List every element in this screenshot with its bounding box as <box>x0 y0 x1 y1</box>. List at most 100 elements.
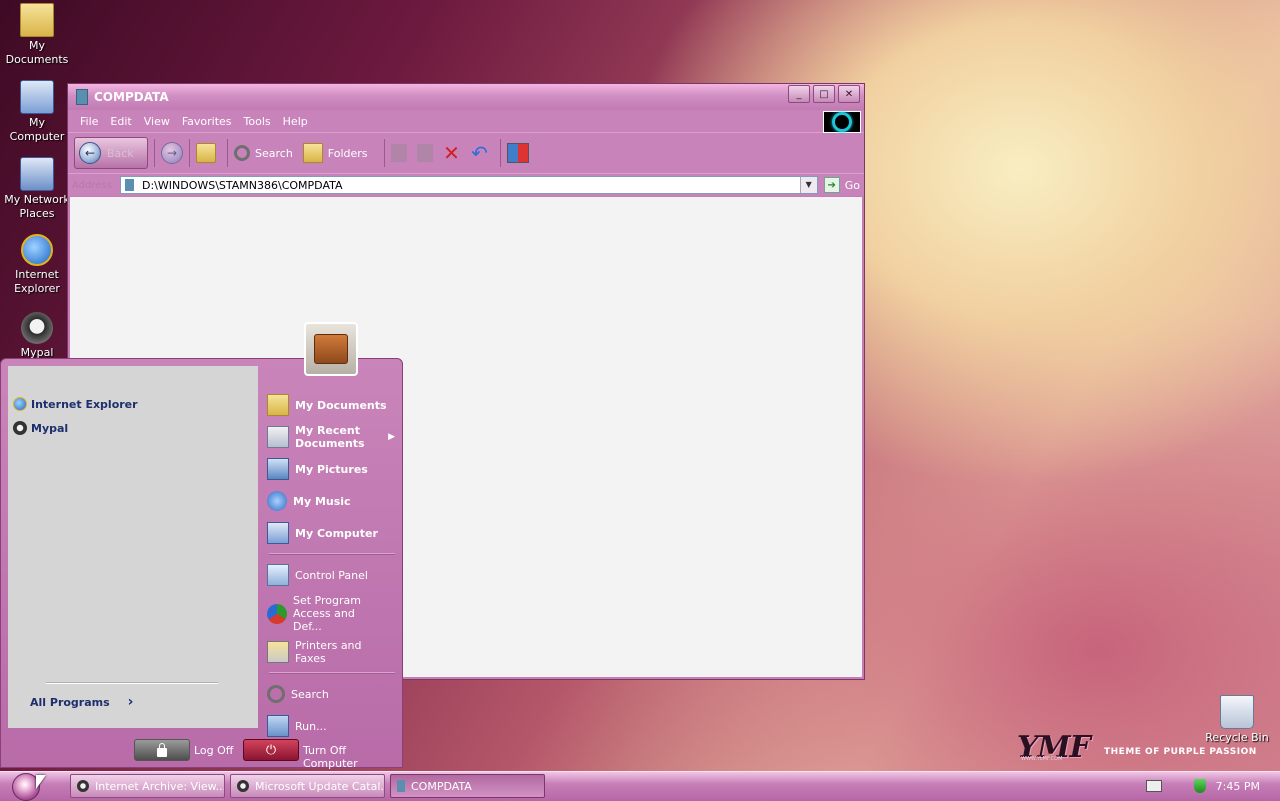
minimize-button[interactable]: _ <box>788 85 810 103</box>
start-item-search[interactable]: Search <box>263 678 401 710</box>
desktop-icon-mypal[interactable]: Mypal <box>0 312 74 360</box>
menu-favorites[interactable]: Favorites <box>176 115 238 128</box>
desktop-icon-my-network-places[interactable]: My Network Places <box>0 157 74 221</box>
folders-button[interactable]: Folders <box>302 143 368 163</box>
menu-edit[interactable]: Edit <box>104 115 137 128</box>
all-programs-label: All Programs <box>30 695 110 709</box>
pictures-icon <box>267 458 289 480</box>
desktop-icon-internet-explorer[interactable]: Internet Explorer <box>0 234 74 296</box>
back-label: Back <box>107 146 134 160</box>
taskbar-button-label: COMPDATA <box>411 779 472 793</box>
start-item-mypal[interactable]: Mypal <box>8 416 258 440</box>
start-item-printers-faxes[interactable]: Printers and Faxes <box>263 636 401 668</box>
start-item-internet-explorer[interactable]: Internet Explorer <box>8 392 258 416</box>
menu-view[interactable]: View <box>138 115 176 128</box>
turn-off-label[interactable]: Turn Off Computer <box>303 744 402 770</box>
ring-icon <box>832 112 852 132</box>
copy-to-icon[interactable] <box>416 144 433 162</box>
maximize-button[interactable]: □ <box>813 85 835 103</box>
start-menu: Internet Explorer Mypal All Programs › M… <box>0 358 403 770</box>
user-avatar[interactable] <box>304 322 358 376</box>
log-off-label[interactable]: Log Off <box>194 744 233 757</box>
start-item-label: My Documents <box>295 398 387 412</box>
start-item-my-recent-documents[interactable]: My Recent Documents ▶ <box>263 421 401 453</box>
suitcase-icon <box>314 334 348 364</box>
folder-icon <box>267 394 289 416</box>
turn-off-button[interactable]: ⏻ <box>243 739 299 761</box>
toolbar-separator <box>499 139 501 167</box>
delete-icon[interactable]: ✕ <box>443 143 461 163</box>
start-item-label: My Recent Documents <box>295 424 365 450</box>
program-access-icon <box>267 603 287 624</box>
start-item-set-program-access[interactable]: Set Program Access and Def... <box>263 591 401 636</box>
music-icon <box>267 491 287 511</box>
up-folder-icon[interactable] <box>196 143 216 163</box>
internet-explorer-icon <box>21 234 53 266</box>
watermark-url: WWW.YLMF.COM <box>1021 756 1063 762</box>
back-button[interactable]: ← Back <box>74 137 148 169</box>
power-icon: ⏻ <box>265 742 277 758</box>
menu-bar: File Edit View Favorites Tools Help <box>68 110 864 133</box>
folder-icon <box>20 3 54 37</box>
search-button[interactable]: Search <box>234 145 293 161</box>
start-item-control-panel[interactable]: Control Panel <box>263 559 401 591</box>
chevron-right-icon: › <box>127 694 134 710</box>
all-programs-button[interactable]: All Programs › <box>30 694 133 710</box>
taskbar-button-microsoft-update[interactable]: Microsoft Update Catal... <box>230 774 385 798</box>
start-item-label: Control Panel <box>295 568 368 582</box>
start-item-my-computer[interactable]: My Computer <box>263 517 401 549</box>
folder-icon <box>76 89 88 105</box>
menu-tools[interactable]: Tools <box>238 115 277 128</box>
theme-watermark: YMF THEME OF PURPLE PASSION WWW.YLMF.COM <box>1017 730 1257 766</box>
desktop-icon-label: My Network Places <box>4 193 70 220</box>
security-shield-icon[interactable] <box>1193 779 1206 793</box>
close-button[interactable]: ✕ <box>838 85 860 103</box>
chevron-down-icon[interactable]: ▼ <box>799 177 817 193</box>
menu-help[interactable]: Help <box>277 115 314 128</box>
mypal-icon <box>21 312 53 344</box>
forward-button[interactable]: → <box>161 142 183 164</box>
start-menu-footer: Log Off ⏻ Turn Off Computer <box>1 731 402 770</box>
folder-icon <box>397 780 405 792</box>
mypal-icon <box>13 421 27 435</box>
desktop-icon-label: My Documents <box>5 39 69 66</box>
views-icon[interactable] <box>506 143 529 163</box>
start-item-my-pictures[interactable]: My Pictures <box>263 453 401 485</box>
toolbar-separator <box>383 139 385 167</box>
computer-icon <box>267 522 289 544</box>
undo-icon[interactable]: ↶ <box>471 143 489 163</box>
start-item-label: My Music <box>293 494 351 508</box>
address-bar: Address D:\WINDOWS\STAMN386\COMPDATA ▼ ➔… <box>68 173 864 196</box>
folders-icon <box>302 143 323 163</box>
taskbar-button-internet-archive[interactable]: Internet Archive: View... <box>70 774 225 798</box>
taskbar-button-compdata[interactable]: COMPDATA <box>390 774 545 798</box>
desktop-icon-my-documents[interactable]: My Documents <box>0 3 74 67</box>
desktop-icon-my-computer[interactable]: My Computer <box>0 80 74 144</box>
lock-icon <box>157 742 167 757</box>
go-button[interactable]: ➔ Go <box>823 177 860 193</box>
recent-documents-icon <box>267 426 289 448</box>
keyboard-icon[interactable] <box>1145 780 1162 792</box>
clock[interactable]: 7:45 PM <box>1216 780 1260 793</box>
window-titlebar[interactable]: COMPDATA _ □ ✕ <box>68 84 864 110</box>
menu-file[interactable]: File <box>74 115 104 128</box>
windows-logo-throbber <box>823 111 861 133</box>
start-menu-places-pane: My Documents My Recent Documents ▶ My Pi… <box>263 389 401 742</box>
start-item-my-music[interactable]: My Music <box>263 485 401 517</box>
start-item-my-documents[interactable]: My Documents <box>263 389 401 421</box>
window-title: COMPDATA <box>94 90 169 104</box>
toolbar-separator <box>189 139 190 167</box>
internet-explorer-icon <box>13 397 27 411</box>
log-off-button[interactable] <box>134 739 190 761</box>
submenu-arrow-icon: ▶ <box>388 432 395 442</box>
start-item-label: Internet Explorer <box>31 397 138 411</box>
go-label: Go <box>844 178 860 192</box>
start-item-label: My Pictures <box>295 462 368 476</box>
move-to-icon[interactable] <box>390 144 407 162</box>
address-input[interactable]: D:\WINDOWS\STAMN386\COMPDATA ▼ <box>120 176 818 194</box>
watermark-text: THEME OF PURPLE PASSION <box>1104 747 1257 757</box>
control-panel-icon <box>267 564 289 586</box>
toolbar-separator <box>227 139 228 167</box>
desktop-icon-label: My Computer <box>9 116 65 143</box>
address-value: D:\WINDOWS\STAMN386\COMPDATA <box>142 178 343 192</box>
